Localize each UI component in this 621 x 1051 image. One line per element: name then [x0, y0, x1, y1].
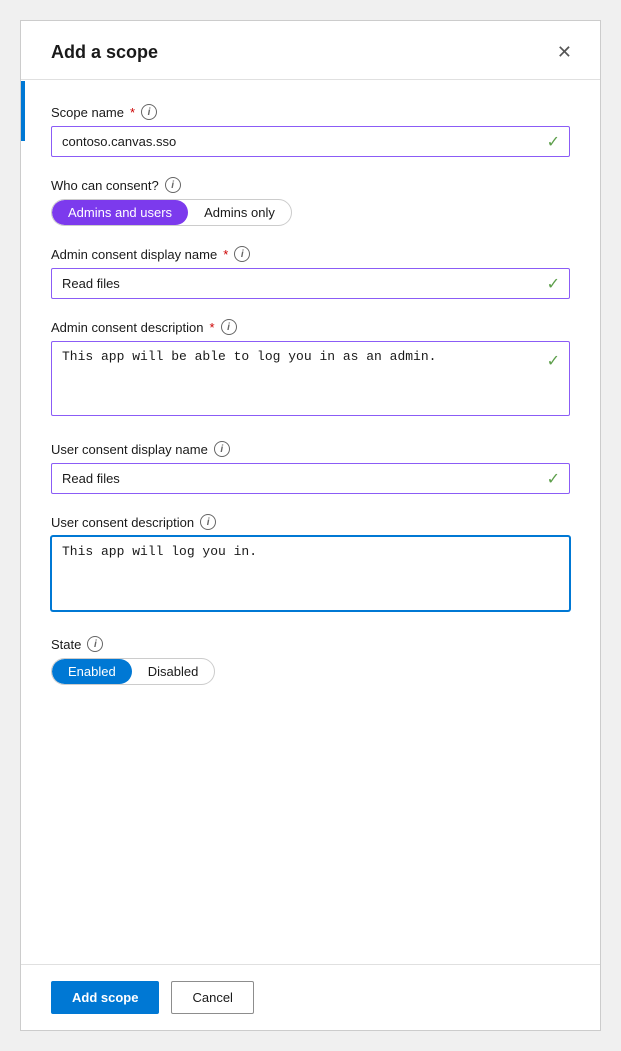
user-consent-description-textarea[interactable]: This app will log you in. [51, 536, 570, 611]
who-can-consent-group: Who can consent? i Admins and users Admi… [51, 177, 570, 226]
side-accent [21, 81, 25, 141]
required-star: * [130, 105, 135, 120]
dialog-header: Add a scope ✕ [21, 21, 600, 80]
cancel-button[interactable]: Cancel [171, 981, 253, 1014]
scope-name-group: Scope name * i ✓ [51, 104, 570, 157]
dialog-body: Scope name * i ✓ Who can consent? i Admi… [21, 80, 600, 964]
required-star-2: * [223, 247, 228, 262]
state-info-icon[interactable]: i [87, 636, 103, 652]
state-toggle-group: Enabled Disabled [51, 658, 215, 685]
state-label: State i [51, 636, 570, 652]
state-group: State i Enabled Disabled [51, 636, 570, 685]
admin-consent-description-group: Admin consent description * i This app w… [51, 319, 570, 421]
admin-consent-display-name-check-icon: ✓ [547, 274, 560, 294]
add-scope-button[interactable]: Add scope [51, 981, 159, 1014]
enabled-toggle[interactable]: Enabled [52, 659, 132, 684]
scope-name-input-wrapper: ✓ [51, 126, 570, 157]
user-consent-description-label: User consent description i [51, 514, 570, 530]
admin-consent-description-check-icon: ✓ [547, 351, 560, 371]
dialog-title: Add a scope [51, 42, 158, 63]
user-consent-display-name-group: User consent display name i ✓ [51, 441, 570, 494]
admin-consent-description-label: Admin consent description * i [51, 319, 570, 335]
user-consent-display-name-input-wrapper: ✓ [51, 463, 570, 494]
required-star-3: * [209, 320, 214, 335]
user-consent-description-textarea-wrapper: This app will log you in. [51, 536, 570, 616]
admins-only-toggle[interactable]: Admins only [188, 200, 291, 225]
admin-consent-description-info-icon[interactable]: i [221, 319, 237, 335]
consent-toggle-group: Admins and users Admins only [51, 199, 292, 226]
user-consent-description-info-icon[interactable]: i [200, 514, 216, 530]
user-consent-display-name-info-icon[interactable]: i [214, 441, 230, 457]
admin-consent-display-name-label: Admin consent display name * i [51, 246, 570, 262]
scope-name-check-icon: ✓ [547, 132, 560, 152]
admin-consent-display-name-group: Admin consent display name * i ✓ [51, 246, 570, 299]
close-button[interactable]: ✕ [549, 39, 580, 65]
scope-name-label: Scope name * i [51, 104, 570, 120]
scope-name-info-icon[interactable]: i [141, 104, 157, 120]
disabled-toggle[interactable]: Disabled [132, 659, 215, 684]
admin-consent-display-name-input-wrapper: ✓ [51, 268, 570, 299]
dialog-footer: Add scope Cancel [21, 964, 600, 1030]
who-can-consent-info-icon[interactable]: i [165, 177, 181, 193]
admin-consent-display-name-input[interactable] [51, 268, 570, 299]
add-scope-dialog: Add a scope ✕ Scope name * i ✓ Who can c… [20, 20, 601, 1031]
user-consent-display-name-check-icon: ✓ [547, 469, 560, 489]
user-consent-display-name-label: User consent display name i [51, 441, 570, 457]
scope-name-input[interactable] [51, 126, 570, 157]
user-consent-description-group: User consent description i This app will… [51, 514, 570, 616]
admin-consent-description-textarea[interactable]: This app will be able to log you in as a… [51, 341, 570, 416]
admin-consent-description-textarea-wrapper: This app will be able to log you in as a… [51, 341, 570, 421]
admins-and-users-toggle[interactable]: Admins and users [52, 200, 188, 225]
who-can-consent-label: Who can consent? i [51, 177, 570, 193]
user-consent-display-name-input[interactable] [51, 463, 570, 494]
admin-consent-display-name-info-icon[interactable]: i [234, 246, 250, 262]
